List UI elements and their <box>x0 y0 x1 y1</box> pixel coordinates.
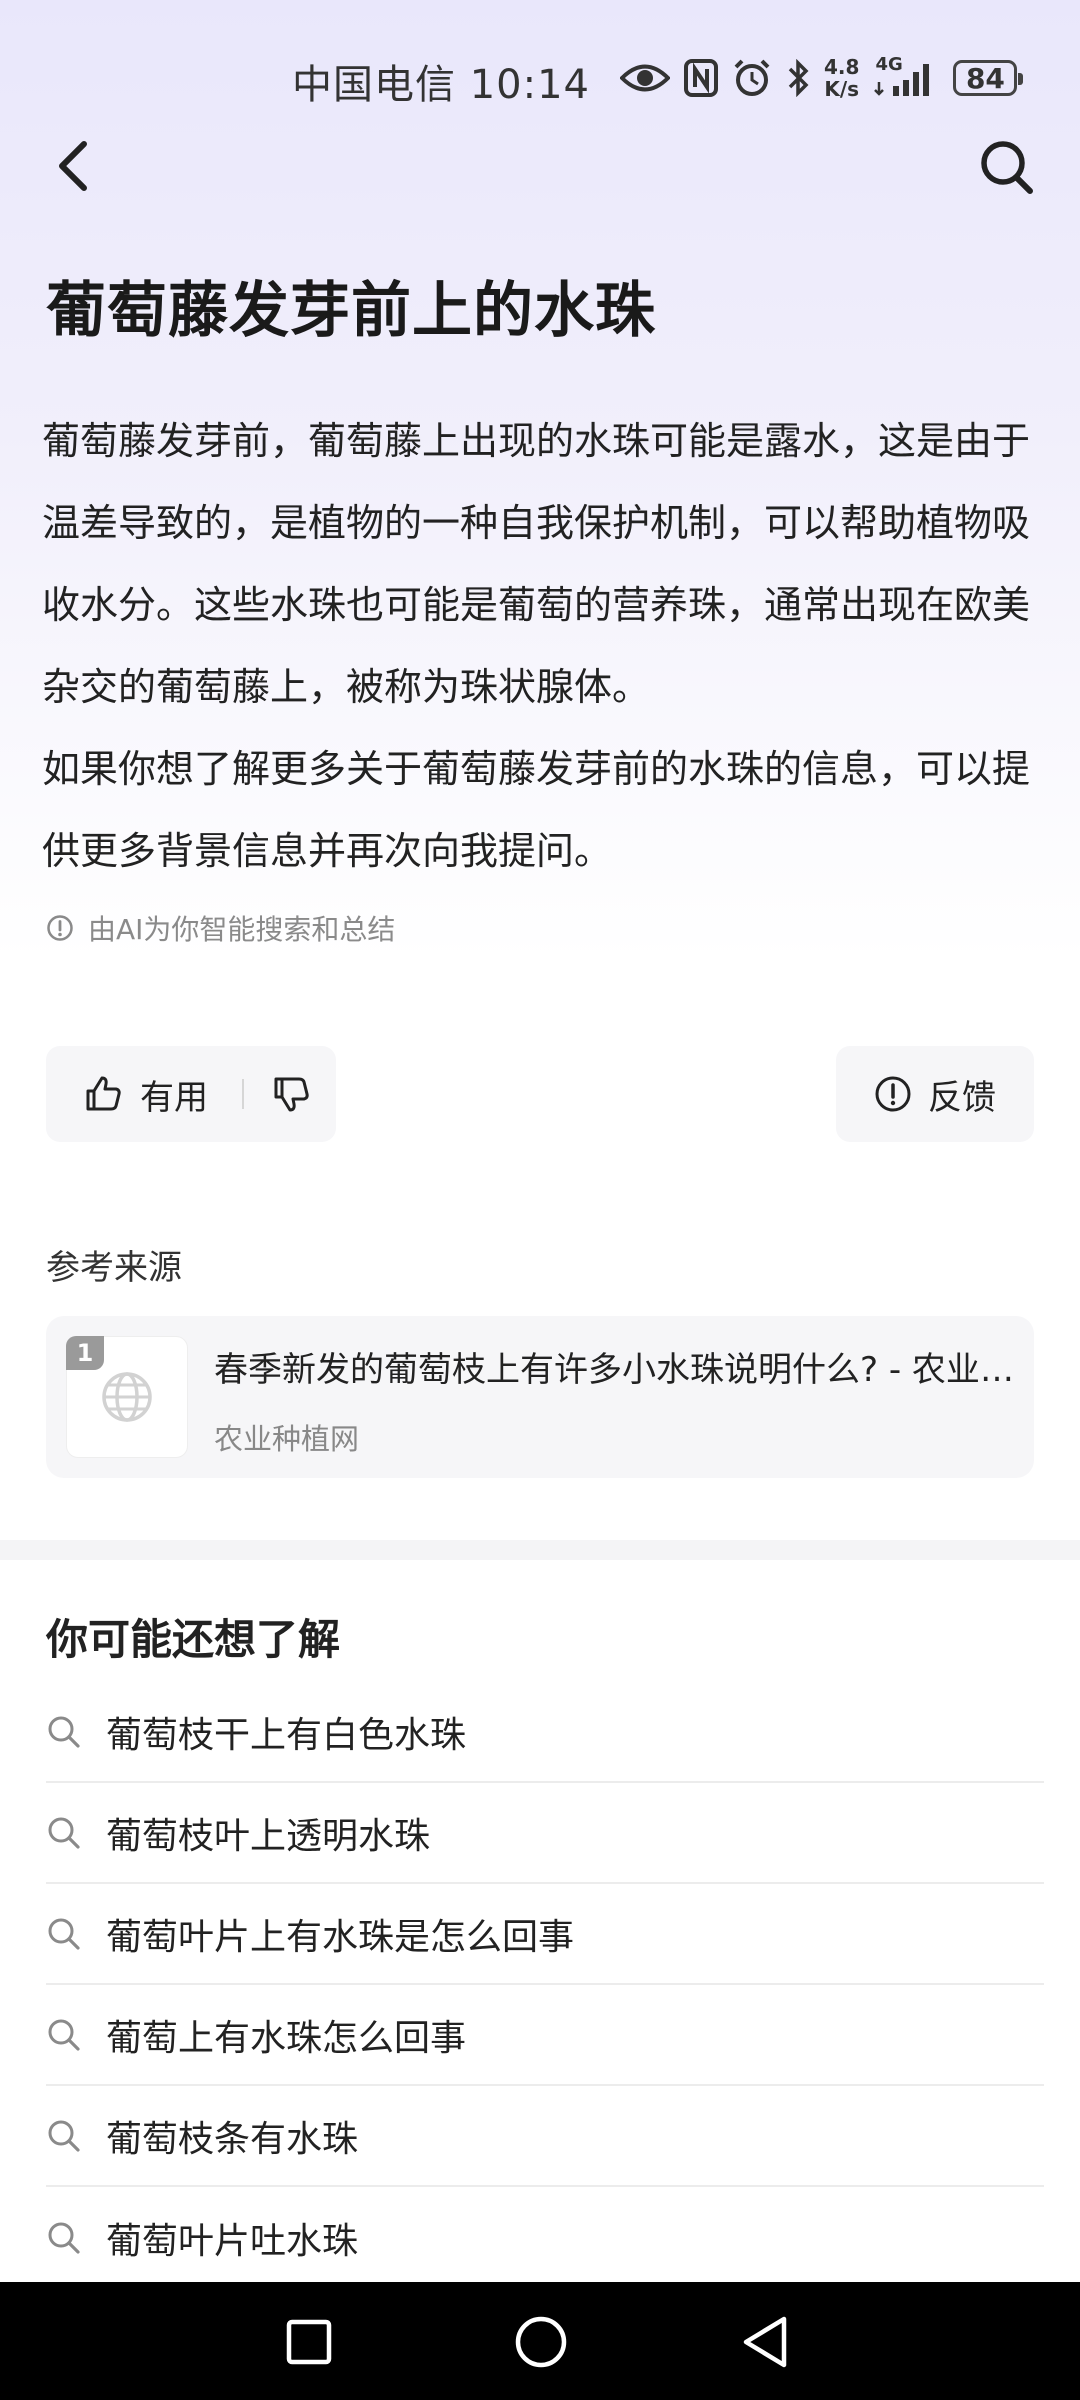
status-bar: 中国电信 10:14 4.8 K/s 4G 84 <box>0 38 1080 118</box>
search-icon <box>48 2120 80 2152</box>
feedback-row: 有用 反馈 <box>46 1046 1034 1144</box>
system-nav-bar <box>0 2282 1080 2400</box>
reference-title: 春季新发的葡萄枝上有许多小水珠说明什么? - 农业种植网 <box>214 1350 1014 1390</box>
related-search-item[interactable]: 葡萄上有水珠怎么回事 <box>46 1985 1044 2086</box>
page-title: 葡萄藤发芽前上的水珠 <box>46 276 656 346</box>
not-useful-button[interactable] <box>272 1075 310 1113</box>
nfc-icon <box>684 59 718 97</box>
back-button[interactable] <box>46 132 106 200</box>
signal-icon: 4G <box>873 54 939 98</box>
section-divider <box>0 1540 1080 1560</box>
answer-paragraph: 葡萄藤发芽前，葡萄藤上出现的水珠可能是露水，这是由于温差导致的，是植物的一种自我… <box>42 419 1031 709</box>
related-search-item[interactable]: 葡萄枝条有水珠 <box>46 2086 1044 2187</box>
home-icon[interactable] <box>514 2315 568 2369</box>
related-search-item[interactable]: 葡萄枝叶上透明水珠 <box>46 1783 1044 1884</box>
reference-source: 农业种植网 <box>214 1422 360 1456</box>
bluetooth-icon <box>788 59 809 97</box>
search-icon <box>48 1716 80 1748</box>
carrier-time: 中国电信 10:14 <box>292 62 590 108</box>
search-button[interactable] <box>976 132 1036 200</box>
search-icon <box>981 141 1033 194</box>
search-icon <box>48 1918 80 1950</box>
eye-icon <box>620 64 670 92</box>
ai-answer: 葡萄藤发芽前，葡萄藤上出现的水珠可能是露水，这是由于温差导致的，是植物的一种自我… <box>42 400 1042 892</box>
globe-icon <box>102 1372 152 1422</box>
thumb-down-icon <box>274 1077 309 1112</box>
related-search-item[interactable]: 葡萄枝干上有白色水珠 <box>46 1682 1044 1783</box>
related-list: 葡萄枝干上有白色水珠 葡萄枝叶上透明水珠 葡萄叶片上有水珠是怎么回事 葡萄上有水… <box>46 1682 1044 2288</box>
search-icon <box>48 1817 80 1849</box>
chevron-left-icon <box>59 141 87 191</box>
back-nav-icon[interactable] <box>740 2315 792 2369</box>
ai-disclaimer: 由AI为你智能搜索和总结 <box>46 908 395 948</box>
battery-indicator: 84 <box>953 60 1024 96</box>
report-button[interactable]: 反馈 <box>836 1046 1034 1142</box>
status-icons: 4.8 K/s 4G 84 <box>620 50 1024 106</box>
related-search-item[interactable]: 葡萄叶片上有水珠是怎么回事 <box>46 1884 1044 1985</box>
divider <box>242 1079 244 1109</box>
recent-apps-icon[interactable] <box>286 2319 332 2365</box>
thumb-up-icon <box>86 1076 121 1111</box>
info-circle-icon <box>875 1076 911 1112</box>
related-search-item[interactable]: 葡萄叶片吐水珠 <box>46 2187 1044 2288</box>
net-speed: 4.8 K/s <box>824 55 860 101</box>
reference-card[interactable]: 1 春季新发的葡萄枝上有许多小水珠说明什么? - 农业种植网 农业种植网 <box>46 1316 1034 1478</box>
info-circle-icon <box>47 915 73 941</box>
alarm-icon <box>734 59 770 96</box>
references-heading: 参考来源 <box>46 1248 182 1288</box>
reference-index-badge: 1 <box>66 1336 104 1370</box>
related-heading: 你可能还想了解 <box>46 1615 341 1664</box>
search-icon <box>48 2222 80 2254</box>
useful-button[interactable]: 有用 <box>46 1070 208 1119</box>
rating-box: 有用 <box>46 1046 336 1142</box>
search-icon <box>48 2019 80 2051</box>
answer-paragraph: 如果你想了解更多关于葡萄藤发芽前的水珠的信息，可以提供更多背景信息并再次向我提问… <box>42 747 1031 873</box>
